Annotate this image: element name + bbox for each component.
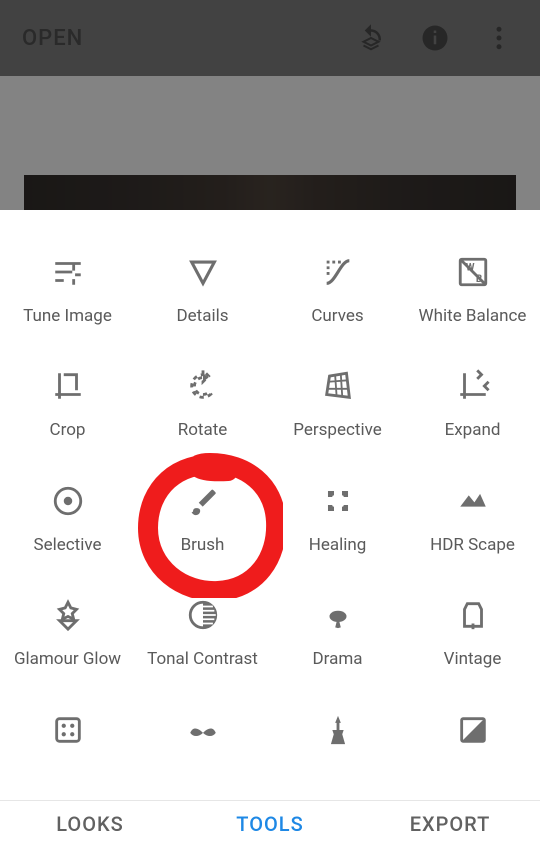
perspective-icon: [318, 366, 358, 406]
tool-label: Crop: [50, 420, 86, 440]
white-balance-icon: [453, 252, 493, 292]
tool-healing[interactable]: Healing: [270, 459, 405, 573]
hdr-icon: [453, 481, 493, 521]
expand-icon: [453, 366, 493, 406]
tool-label: Healing: [309, 535, 367, 555]
tool-label: Drama: [313, 649, 363, 669]
glamour-icon: [48, 595, 88, 635]
tool-label: Vintage: [444, 649, 502, 669]
tool-crop[interactable]: Crop: [0, 344, 135, 458]
rotate-icon: [183, 366, 223, 406]
tonal-icon: [183, 595, 223, 635]
tool-label: White Balance: [419, 306, 527, 326]
drama-icon: [318, 595, 358, 635]
mustache-icon: [183, 710, 223, 750]
bw-icon: [453, 710, 493, 750]
tool-curves[interactable]: Curves: [270, 230, 405, 344]
crop-icon: [48, 366, 88, 406]
tool-label: Details: [176, 306, 228, 326]
tool-label: Tune Image: [23, 306, 112, 326]
selective-icon: [48, 481, 88, 521]
tool-label: Curves: [311, 306, 363, 326]
tool-label: Rotate: [178, 420, 228, 440]
brush-icon: [183, 481, 223, 521]
tool-vintage[interactable]: Vintage: [405, 573, 540, 687]
tool-drama[interactable]: Drama: [270, 573, 405, 687]
vintage-icon: [453, 595, 493, 635]
tool-label: Tonal Contrast: [147, 649, 258, 669]
tab-export[interactable]: EXPORT: [360, 801, 540, 846]
tool-label: Expand: [445, 420, 501, 440]
tool-tonal-contrast[interactable]: Tonal Contrast: [135, 573, 270, 687]
tool-label: HDR Scape: [430, 535, 515, 555]
tool-hdr-scape[interactable]: HDR Scape: [405, 459, 540, 573]
tool-label: Brush: [181, 535, 225, 555]
modal-dim-overlay: [0, 0, 540, 210]
tool-grainy-film[interactable]: [0, 688, 135, 800]
guitar-icon: [318, 710, 358, 750]
tab-looks[interactable]: LOOKS: [0, 801, 180, 846]
tool-label: Selective: [34, 535, 102, 555]
tool-black-white[interactable]: [405, 688, 540, 800]
tool-details[interactable]: Details: [135, 230, 270, 344]
tool-retrolux[interactable]: [135, 688, 270, 800]
tool-selective[interactable]: Selective: [0, 459, 135, 573]
tool-expand[interactable]: Expand: [405, 344, 540, 458]
tool-white-balance[interactable]: White Balance: [405, 230, 540, 344]
tool-tune-image[interactable]: Tune Image: [0, 230, 135, 344]
tool-label: Perspective: [293, 420, 381, 440]
tab-tools[interactable]: TOOLS: [180, 801, 360, 846]
triangle-down-icon: [183, 252, 223, 292]
curves-icon: [318, 252, 358, 292]
tool-glamour-glow[interactable]: Glamour Glow: [0, 573, 135, 687]
tool-grunge[interactable]: [270, 688, 405, 800]
tool-brush[interactable]: Brush: [135, 459, 270, 573]
film-icon: [48, 710, 88, 750]
tool-rotate[interactable]: Rotate: [135, 344, 270, 458]
tool-perspective[interactable]: Perspective: [270, 344, 405, 458]
tune-icon: [48, 252, 88, 292]
bottom-tab-bar: LOOKS TOOLS EXPORT: [0, 800, 540, 846]
tools-panel: Tune Image Details Curves White Balance Crop…: [0, 210, 540, 800]
healing-icon: [318, 481, 358, 521]
tool-label: Glamour Glow: [14, 649, 121, 669]
